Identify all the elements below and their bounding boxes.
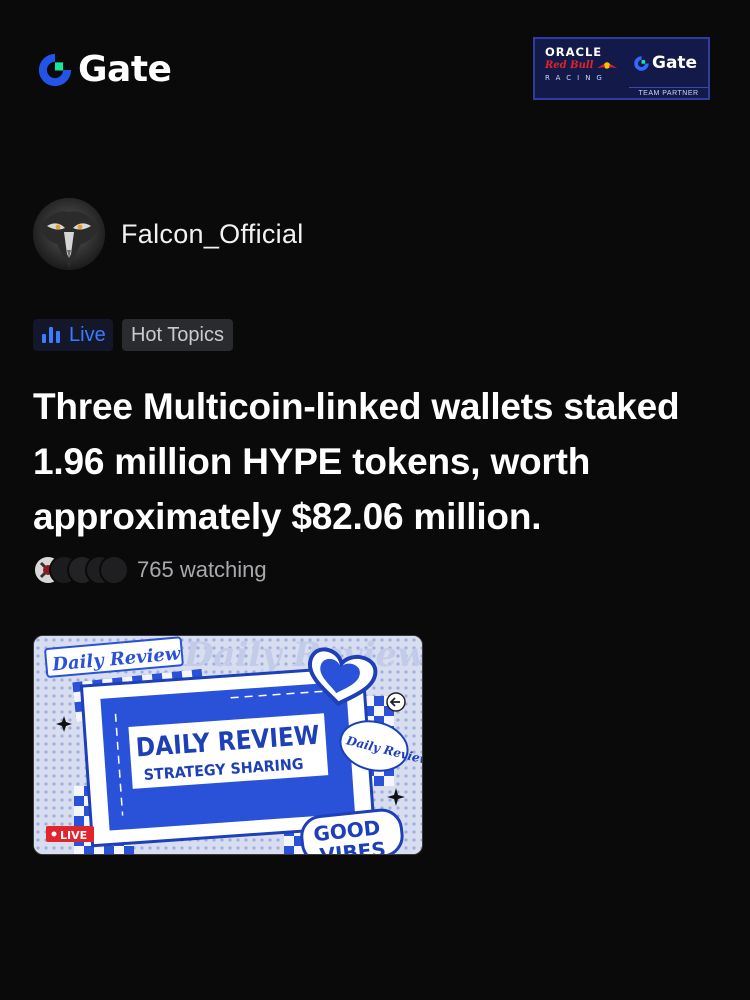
- hot-topics-tag[interactable]: Hot Topics: [122, 319, 233, 351]
- watching-count: 765 watching: [137, 557, 267, 582]
- partner-gate-logo: Gate: [633, 53, 697, 73]
- team-partner-text: TEAM PARTNER: [629, 87, 708, 97]
- live-thumbnail[interactable]: Daily Review Daily Review DAILY REVIEW S…: [33, 635, 423, 855]
- daily-review-banner: Daily Review Daily Review DAILY REVIEW S…: [34, 636, 423, 854]
- post-headline[interactable]: Three Multicoin-linked wallets staked 1.…: [33, 379, 723, 544]
- live-bars-icon: [42, 327, 60, 343]
- watcher-avatar: [99, 555, 129, 585]
- hot-topics-label: Hot Topics: [130, 323, 224, 346]
- bg-watermark-text: Daily Review: [183, 636, 423, 675]
- redbull-racing-logo: ORACLE Red Bull RACING: [545, 45, 619, 82]
- gate-logo[interactable]: Gate: [36, 48, 172, 92]
- gate-logo-icon: [38, 53, 73, 87]
- watching-indicator: 765 watching: [33, 555, 267, 585]
- live-tag[interactable]: Live: [33, 319, 113, 351]
- redbull-text: Red Bull: [545, 60, 619, 71]
- gate-logo-text: Gate: [78, 49, 172, 90]
- gate-small-icon: [634, 55, 650, 71]
- team-partner-badge[interactable]: ORACLE Red Bull RACING Gate TEAM PARTNER: [533, 37, 710, 100]
- bulls-icon: [597, 62, 618, 69]
- watcher-avatars: [33, 555, 129, 585]
- oracle-text: ORACLE: [545, 45, 603, 59]
- partner-gate-text: Gate: [652, 53, 698, 73]
- author-name[interactable]: Falcon_Official: [121, 219, 304, 250]
- live-tag-label: Live: [69, 323, 106, 346]
- racing-text: RACING: [545, 74, 608, 82]
- live-badge-text: LIVE: [60, 829, 87, 842]
- falcon-avatar-icon: [33, 198, 105, 270]
- author-avatar[interactable]: [33, 198, 105, 270]
